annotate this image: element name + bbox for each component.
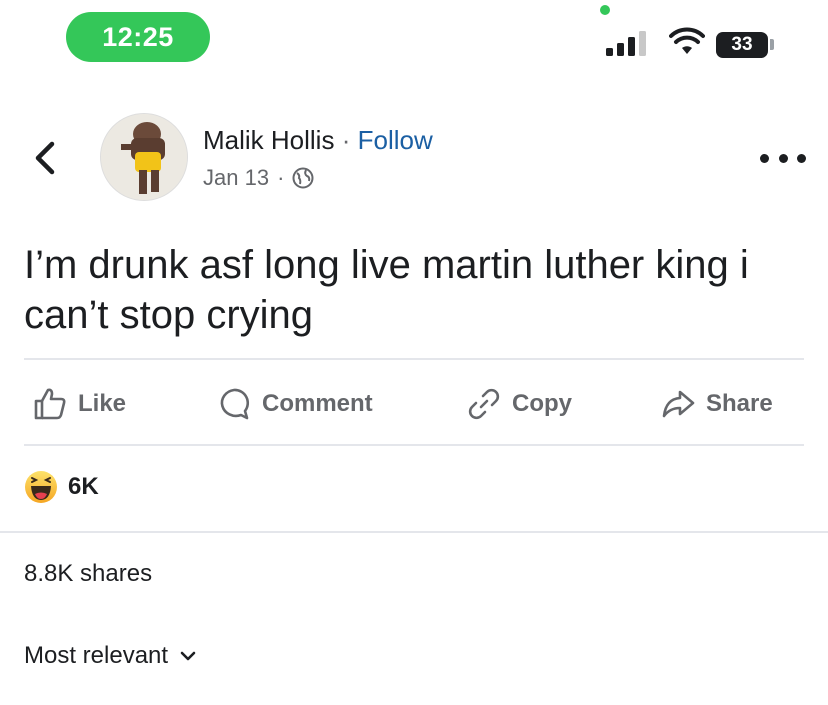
more-dot bbox=[760, 153, 769, 163]
copy-button[interactable]: Copy bbox=[466, 368, 572, 440]
link-icon bbox=[468, 388, 500, 420]
like-button[interactable]: Like bbox=[32, 368, 126, 440]
share-button[interactable]: Share bbox=[660, 368, 773, 440]
comment-icon bbox=[220, 388, 250, 420]
comments-sort-dropdown[interactable]: Most relevant bbox=[24, 642, 196, 670]
status-time: 12:25 bbox=[66, 12, 210, 62]
battery-indicator: 33 bbox=[716, 32, 768, 58]
comment-button[interactable]: Comment bbox=[216, 368, 373, 440]
divider-actions bbox=[24, 444, 804, 446]
like-label: Like bbox=[78, 390, 127, 417]
comment-label: Comment bbox=[262, 390, 373, 417]
chevron-down-icon bbox=[180, 651, 196, 661]
back-arrow-icon[interactable] bbox=[30, 140, 62, 176]
avatar[interactable] bbox=[100, 113, 188, 201]
cellular-signal-icon bbox=[606, 31, 646, 56]
privacy-indicator-dot bbox=[600, 5, 610, 15]
share-label: Share bbox=[706, 390, 773, 417]
copy-label: Copy bbox=[512, 390, 572, 417]
post-text: I’m drunk asf long live martin luther ki… bbox=[24, 243, 749, 337]
reaction-summary[interactable]: 6K bbox=[24, 470, 99, 504]
more-options-icon[interactable] bbox=[760, 146, 806, 170]
name-separator: · bbox=[341, 125, 351, 155]
status-bar: 12:25 33 bbox=[0, 0, 828, 80]
post-meta: Jan 13 · bbox=[203, 165, 314, 191]
divider-reactions bbox=[0, 531, 828, 533]
share-icon bbox=[662, 390, 695, 418]
divider-top bbox=[24, 358, 804, 360]
post-date[interactable]: Jan 13 bbox=[203, 165, 269, 191]
author-line: Malik Hollis · Follow bbox=[203, 124, 433, 156]
meta-separator: · bbox=[277, 165, 285, 190]
shares-count[interactable]: 8.8K shares bbox=[24, 560, 152, 588]
globe-icon bbox=[292, 167, 314, 189]
more-dot bbox=[778, 153, 788, 163]
thumbs-up-icon bbox=[34, 388, 66, 420]
author-name[interactable]: Malik Hollis bbox=[203, 125, 334, 155]
haha-emoji-icon bbox=[25, 471, 57, 503]
avatar-photo bbox=[101, 114, 187, 200]
post-actions: Like Comment Copy Share bbox=[24, 368, 804, 440]
battery-tip bbox=[770, 39, 774, 50]
reaction-count: 6K bbox=[68, 473, 99, 500]
sort-label: Most relevant bbox=[24, 642, 169, 669]
more-dot bbox=[797, 153, 806, 163]
wifi-icon bbox=[669, 27, 705, 54]
follow-button[interactable]: Follow bbox=[358, 125, 433, 155]
